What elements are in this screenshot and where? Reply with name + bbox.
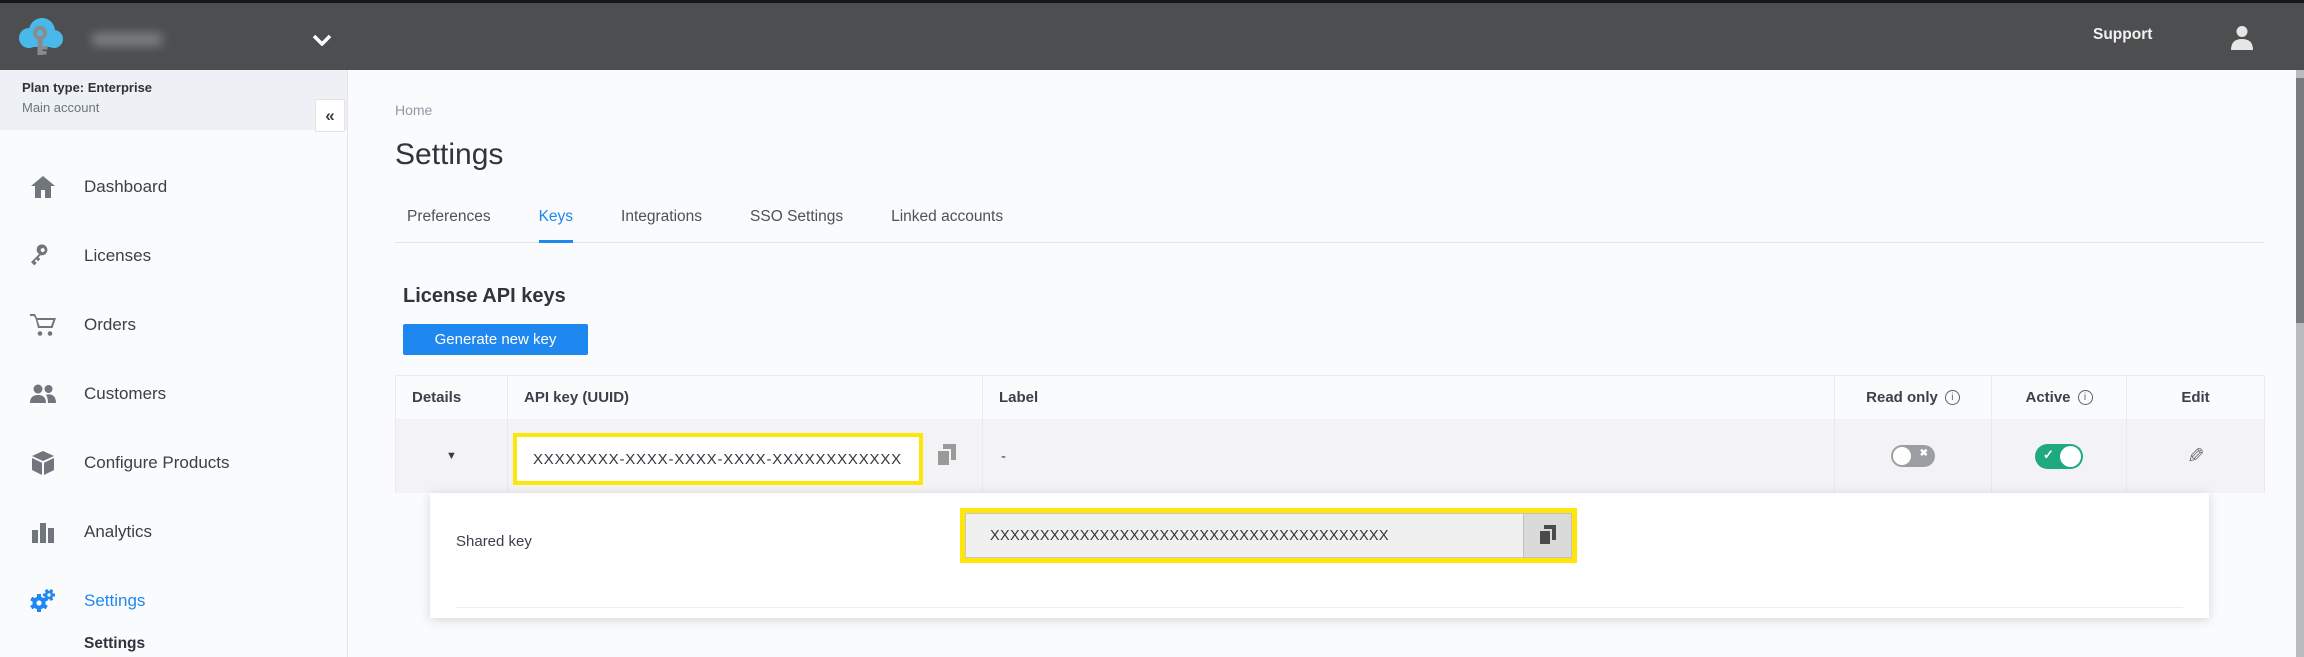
- sidebar-item-label: Analytics: [84, 522, 152, 542]
- user-account-icon[interactable]: [2228, 23, 2256, 56]
- toggle-knob: [2060, 446, 2081, 467]
- sidebar-item-label: Orders: [84, 315, 136, 335]
- sidebar-item-label: Settings: [84, 591, 145, 611]
- header-active: Active i: [1992, 376, 2127, 419]
- sidebar-item-settings[interactable]: Settings: [0, 566, 347, 635]
- sidebar-item-orders[interactable]: Orders: [0, 290, 347, 359]
- row-expander-icon[interactable]: ▼: [446, 450, 457, 462]
- toggle-x-icon: ✖: [1920, 448, 1928, 459]
- api-key-cell: XXXXXXXX-XXXX-XXXX-XXXX-XXXXXXXXXXXX: [508, 419, 983, 493]
- sidebar-item-configure-products[interactable]: Configure Products: [0, 428, 347, 497]
- plan-info-block: Plan type: Enterprise Main account «: [0, 70, 347, 130]
- shared-key-field[interactable]: XXXXXXXXXXXXXXXXXXXXXXXXXXXXXXXXXXXXXXXX: [965, 513, 1523, 558]
- sidebar-subitem-settings[interactable]: Settings: [0, 635, 347, 653]
- expanded-details-panel: Shared key XXXXXXXXXXXXXXXXXXXXXXXXXXXXX…: [430, 493, 2209, 618]
- plan-type-label: Plan type: Enterprise: [22, 80, 347, 95]
- api-keys-table: Details API key (UUID) Label Read only i…: [395, 375, 2265, 493]
- table-header-row: Details API key (UUID) Label Read only i…: [395, 375, 2265, 419]
- chevron-down-icon[interactable]: [312, 33, 332, 51]
- api-key-highlight-box: XXXXXXXX-XXXX-XXXX-XXXX-XXXXXXXXXXXX: [513, 433, 923, 485]
- page-title: Settings: [395, 138, 2265, 172]
- account-name-blurred: [92, 33, 162, 46]
- header-edit: Edit: [2127, 376, 2265, 419]
- tab-integrations[interactable]: Integrations: [621, 208, 702, 242]
- info-icon[interactable]: i: [2078, 390, 2093, 405]
- read-only-toggle[interactable]: ✖: [1891, 445, 1935, 467]
- package-icon: [30, 451, 56, 475]
- vertical-scrollbar[interactable]: [2296, 70, 2304, 657]
- sidebar-item-dashboard[interactable]: Dashboard: [0, 152, 347, 221]
- app-window: Support Plan type: Enterprise Main accou…: [0, 0, 2304, 657]
- shared-key-label: Shared key: [456, 533, 532, 550]
- sidebar-item-label: Dashboard: [84, 177, 167, 197]
- support-link[interactable]: Support: [2093, 26, 2152, 44]
- sidebar-nav: Dashboard Licenses Orders Customers: [0, 152, 347, 653]
- tab-keys[interactable]: Keys: [539, 208, 573, 243]
- header-details: Details: [395, 376, 508, 419]
- toggle-check-icon: ✓: [2043, 447, 2054, 463]
- table-row: ▼ XXXXXXXX-XXXX-XXXX-XXXX-XXXXXXXXXXXX -: [395, 419, 2265, 493]
- breadcrumb-home[interactable]: Home: [395, 70, 455, 118]
- customers-icon: [30, 384, 56, 404]
- home-icon: [30, 176, 56, 198]
- key-icon: [30, 244, 56, 268]
- active-toggle[interactable]: ✓: [2035, 444, 2083, 469]
- account-label: Main account: [22, 100, 347, 115]
- gears-icon: [30, 589, 56, 613]
- sidebar-item-customers[interactable]: Customers: [0, 359, 347, 428]
- settings-tabs: Preferences Keys Integrations SSO Settin…: [395, 208, 2265, 243]
- sidebar-item-label: Configure Products: [84, 453, 230, 473]
- toggle-knob: [1893, 447, 1911, 465]
- sidebar-collapse-button[interactable]: «: [315, 99, 345, 132]
- tab-linked-accounts[interactable]: Linked accounts: [891, 208, 1003, 242]
- copy-icon[interactable]: [936, 444, 958, 468]
- sidebar-item-label: Licenses: [84, 246, 151, 266]
- shared-key-highlight-box: XXXXXXXXXXXXXXXXXXXXXXXXXXXXXXXXXXXXXXXX: [960, 508, 1577, 563]
- header-label: Label: [983, 376, 1835, 419]
- label-cell: -: [983, 419, 1835, 493]
- main-content: Home Settings Preferences Keys Integrati…: [349, 70, 2296, 657]
- panel-divider: [456, 607, 2183, 608]
- generate-new-key-button[interactable]: Generate new key: [403, 324, 588, 355]
- section-title: License API keys: [403, 285, 2265, 308]
- tab-sso-settings[interactable]: SSO Settings: [750, 208, 843, 242]
- shared-key-copy-button[interactable]: [1523, 513, 1572, 558]
- sidebar-item-analytics[interactable]: Analytics: [0, 497, 347, 566]
- sidebar-item-label: Customers: [84, 384, 166, 404]
- header-api-key: API key (UUID): [508, 376, 983, 419]
- header-read-only: Read only i: [1835, 376, 1992, 419]
- scrollbar-thumb[interactable]: [2296, 78, 2304, 323]
- analytics-icon: [30, 521, 56, 543]
- cloud-key-logo-icon[interactable]: [14, 11, 68, 70]
- sidebar-item-licenses[interactable]: Licenses: [0, 221, 347, 290]
- edit-pencil-icon[interactable]: ✎: [2187, 444, 2205, 469]
- tab-preferences[interactable]: Preferences: [407, 208, 491, 242]
- info-icon[interactable]: i: [1945, 390, 1960, 405]
- cart-icon: [30, 313, 56, 337]
- top-bar: Support: [0, 3, 2304, 70]
- sidebar: Plan type: Enterprise Main account « Das…: [0, 70, 348, 657]
